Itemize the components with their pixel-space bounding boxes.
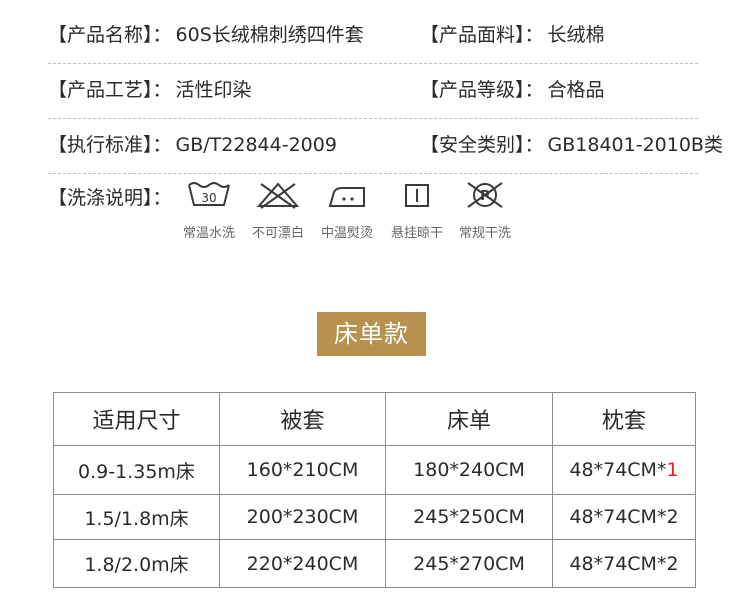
- spec-product-craft: 【产品工艺】： 活性印染: [48, 63, 252, 118]
- cell-size: 0.9-1.35m床: [53, 445, 220, 495]
- spec-value: GB/T22844-2009: [175, 134, 337, 156]
- cell-size: 1.5/1.8m床: [53, 494, 220, 540]
- spec-label: 【产品等级】：: [420, 79, 544, 101]
- spec-row-name: 【产品名称】： 60S长绒棉刺绣四件套 【产品面料】： 长绒棉: [48, 8, 698, 64]
- wash-label: 【洗涤说明】：: [48, 187, 172, 209]
- cell-pillow: 48*74CM*2: [552, 539, 696, 588]
- cell-sheet: 245*250CM: [385, 494, 553, 540]
- wash-temp: 30: [201, 191, 216, 205]
- wash-caption: 常温水洗: [182, 226, 235, 241]
- wash-30-icon: 30: [188, 182, 230, 206]
- spec-value: 60S长绒棉刺绣四件套: [175, 24, 364, 46]
- spec-label: 【安全类别】：: [420, 134, 544, 156]
- table-row: 1.8/2.0m床 220*240CM 245*270CM 48*74CM*2: [53, 539, 696, 588]
- table-header-row: 适用尺寸 被套 床单 枕套: [53, 392, 696, 446]
- hang-dry-icon: [405, 184, 429, 207]
- spec-product-grade: 【产品等级】： 合格品: [420, 63, 605, 118]
- iron-medium-icon: [328, 187, 365, 207]
- section-title: 床单款: [317, 312, 426, 356]
- wash-item-hang-dry: 悬挂晾干: [382, 180, 452, 241]
- pillow-count: 2: [666, 552, 679, 575]
- size-table: 适用尺寸 被套 床单 枕套 0.9-1.35m床 160*210CM 180*2…: [53, 392, 696, 588]
- cell-sheet: 245*270CM: [385, 539, 553, 588]
- header-sheet: 床单: [385, 392, 553, 446]
- no-bleach-icon: [256, 182, 300, 209]
- header-pillow: 枕套: [552, 392, 696, 446]
- wash-item-iron: 中温熨烫: [312, 180, 382, 241]
- cell-duvet: 200*230CM: [219, 494, 386, 540]
- spec-label: 【产品面料】：: [420, 24, 544, 46]
- spec-value: 长绒棉: [547, 24, 605, 46]
- spec-safety-class: 【安全类别】： GB18401-2010B类: [420, 118, 723, 173]
- cell-duvet: 220*240CM: [219, 539, 386, 588]
- pillow-size: 48*74CM*: [569, 506, 667, 528]
- spec-value: GB18401-2010B类: [547, 134, 723, 156]
- header-size: 适用尺寸: [53, 392, 220, 446]
- cell-sheet: 180*240CM: [385, 445, 553, 495]
- wash-caption: 悬挂晾干: [390, 226, 443, 241]
- wash-caption: 中温熨烫: [320, 226, 373, 241]
- cell-pillow: 48*74CM*1: [552, 445, 696, 495]
- spec-product-name: 【产品名称】： 60S长绒棉刺绣四件套: [48, 8, 364, 63]
- wash-caption: 常规干洗: [458, 226, 511, 241]
- spec-value: 合格品: [547, 79, 605, 101]
- pillow-count: 1: [666, 459, 679, 481]
- pillow-count: 2: [666, 506, 679, 528]
- spec-standard: 【执行标准】： GB/T22844-2009: [48, 118, 337, 173]
- pillow-size: 48*74CM*: [569, 552, 667, 575]
- table-row: 0.9-1.35m床 160*210CM 180*240CM 48*74CM*1: [53, 445, 696, 495]
- spec-product-fabric: 【产品面料】： 长绒棉: [420, 8, 605, 63]
- cell-size: 1.8/2.0m床: [53, 539, 220, 588]
- spec-value: 活性印染: [175, 79, 252, 101]
- cell-pillow: 48*74CM*2: [552, 494, 696, 540]
- wash-caption: 不可漂白: [251, 226, 304, 241]
- wash-item-dry-clean: P 常规干洗: [450, 180, 520, 241]
- spec-label: 【执行标准】：: [48, 134, 172, 156]
- dry-clean-p-icon: P: [467, 182, 503, 208]
- spec-row-standard: 【执行标准】： GB/T22844-2009 【安全类别】： GB18401-201…: [48, 118, 723, 174]
- wash-item-no-bleach: 不可漂白: [243, 180, 313, 241]
- header-duvet: 被套: [219, 392, 386, 446]
- pillow-size: 48*74CM*: [569, 459, 667, 481]
- spec-label: 【产品名称】：: [48, 24, 172, 46]
- spec-label: 【产品工艺】：: [48, 79, 172, 101]
- wash-item-normal: 30 常温水洗: [174, 180, 244, 241]
- cell-duvet: 160*210CM: [219, 445, 386, 495]
- spec-row-craft: 【产品工艺】： 活性印染 【产品等级】： 合格品: [48, 63, 698, 119]
- table-row: 1.5/1.8m床 200*230CM 245*250CM 48*74CM*2: [53, 494, 696, 540]
